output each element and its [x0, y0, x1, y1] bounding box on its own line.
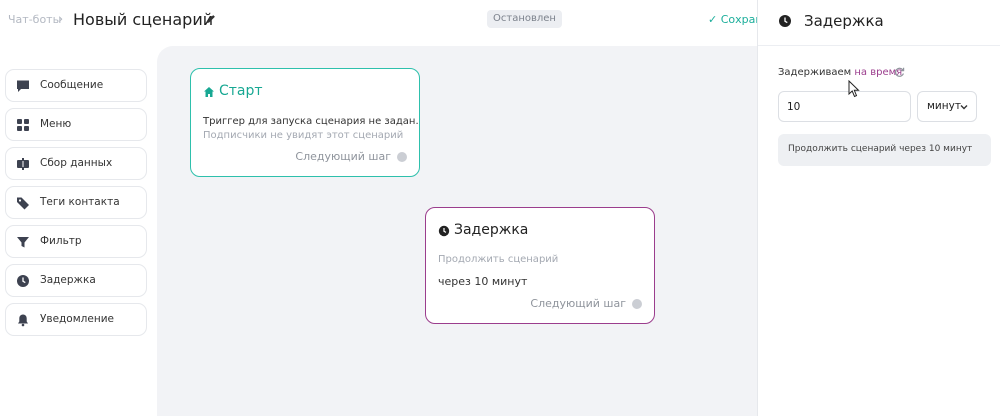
sidebar-item-delay[interactable]: Задержка [5, 264, 147, 297]
filter-icon [17, 237, 29, 248]
delay-value-text: через 10 минут [438, 275, 528, 288]
clock-icon [779, 15, 791, 27]
delay-summary-box: Продолжить сценарий через 10 минут [778, 134, 991, 166]
node-title: Старт [219, 83, 263, 99]
sidebar-item-menu[interactable]: Меню [5, 108, 147, 141]
chevron-down-icon [960, 105, 968, 110]
breadcrumb[interactable]: Чат-боты [8, 13, 61, 26]
clock-icon [438, 225, 450, 237]
delay-value-input[interactable] [778, 91, 911, 122]
next-step-label: Следующий шаг [295, 150, 391, 163]
sidebar-item-message[interactable]: Сообщение [5, 69, 147, 102]
message-icon [17, 80, 29, 92]
refresh-icon[interactable] [894, 67, 905, 78]
start-node[interactable]: Старт Триггер для запуска сценария не за… [190, 68, 420, 177]
sidebar-item-label: Меню [40, 118, 72, 130]
sidebar-item-label: Сбор данных [40, 157, 113, 169]
sidebar-item-label: Фильтр [40, 235, 82, 247]
next-step-connector[interactable]: Следующий шаг [530, 297, 642, 310]
delay-unit-select[interactable]: минут [917, 91, 977, 122]
connector-dot[interactable] [397, 151, 407, 162]
bell-icon [18, 314, 28, 327]
data-collect-icon [17, 158, 29, 170]
clock-icon [17, 275, 29, 287]
delay-settings-panel: Задержка Задерживаем на время минут Прод… [757, 0, 1000, 416]
status-badge: Остановлен [487, 10, 562, 28]
next-step-label: Следующий шаг [530, 297, 626, 310]
sidebar-item-label: Уведомление [40, 313, 114, 325]
sidebar-item-label: Задержка [40, 274, 96, 286]
sidebar-item-notification[interactable]: Уведомление [5, 303, 147, 336]
sidebar-item-filter[interactable]: Фильтр [5, 225, 147, 258]
sidebar-item-data-collection[interactable]: Сбор данных [5, 147, 147, 180]
home-icon [204, 87, 214, 97]
panel-header: Задержка [758, 0, 1000, 46]
delay-mode-label: Задерживаем на время [778, 67, 902, 78]
sidebar-item-label: Сообщение [40, 79, 104, 91]
page-title: Новый сценарий [73, 10, 214, 29]
pencil-icon[interactable] [205, 13, 217, 25]
breadcrumb-separator: › [58, 12, 64, 27]
sidebar-item-label: Теги контакта [40, 196, 120, 208]
delay-mode-prefix: Задерживаем [778, 67, 852, 78]
delay-subtitle: Продолжить сценарий [438, 254, 559, 265]
delay-summary-text: Продолжить сценарий через 10 минут [788, 144, 973, 154]
delay-unit-value: минут [927, 100, 961, 112]
grid-icon [17, 119, 29, 131]
panel-title: Задержка [804, 12, 884, 30]
next-step-connector[interactable]: Следующий шаг [295, 150, 407, 163]
save-button[interactable]: ✓ Сохран [708, 13, 763, 26]
tag-icon [17, 197, 29, 210]
connector-dot[interactable] [632, 298, 642, 309]
node-title: Задержка [454, 222, 529, 238]
trigger-hint-text: Подписчики не увидят этот сценарий [203, 130, 404, 141]
trigger-warning-text: Триггер для запуска сценария не задан. [203, 116, 419, 127]
sidebar-item-contact-tags[interactable]: Теги контакта [5, 186, 147, 219]
mouse-cursor-icon [848, 80, 860, 98]
delay-node[interactable]: Задержка Продолжить сценарий через 10 ми… [425, 207, 655, 324]
